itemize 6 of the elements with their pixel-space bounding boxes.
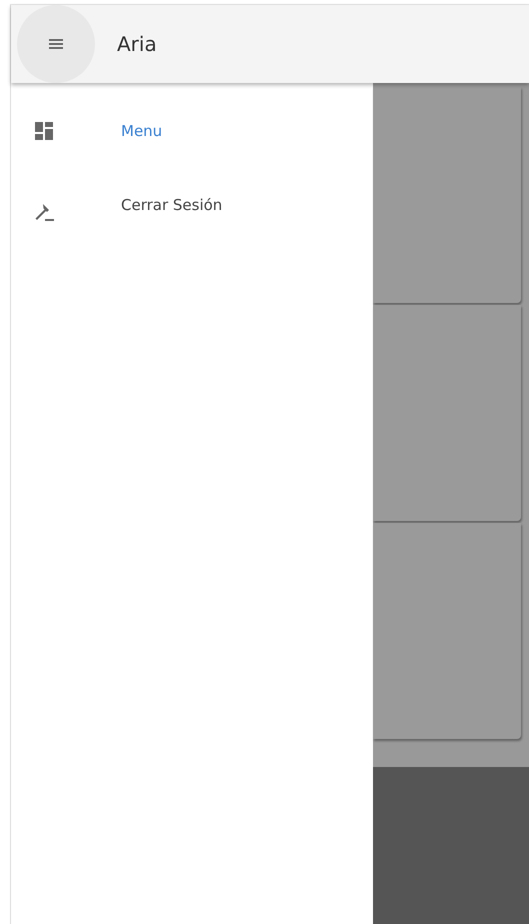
gavel-icon	[35, 203, 55, 223]
app-title: Aria	[117, 32, 157, 56]
drawer-item[interactable]: Cerrar Sesión	[11, 193, 373, 233]
drawer-item[interactable]: Menu	[11, 111, 373, 151]
menu-icon	[49, 39, 63, 49]
dashboard-icon	[35, 122, 53, 140]
